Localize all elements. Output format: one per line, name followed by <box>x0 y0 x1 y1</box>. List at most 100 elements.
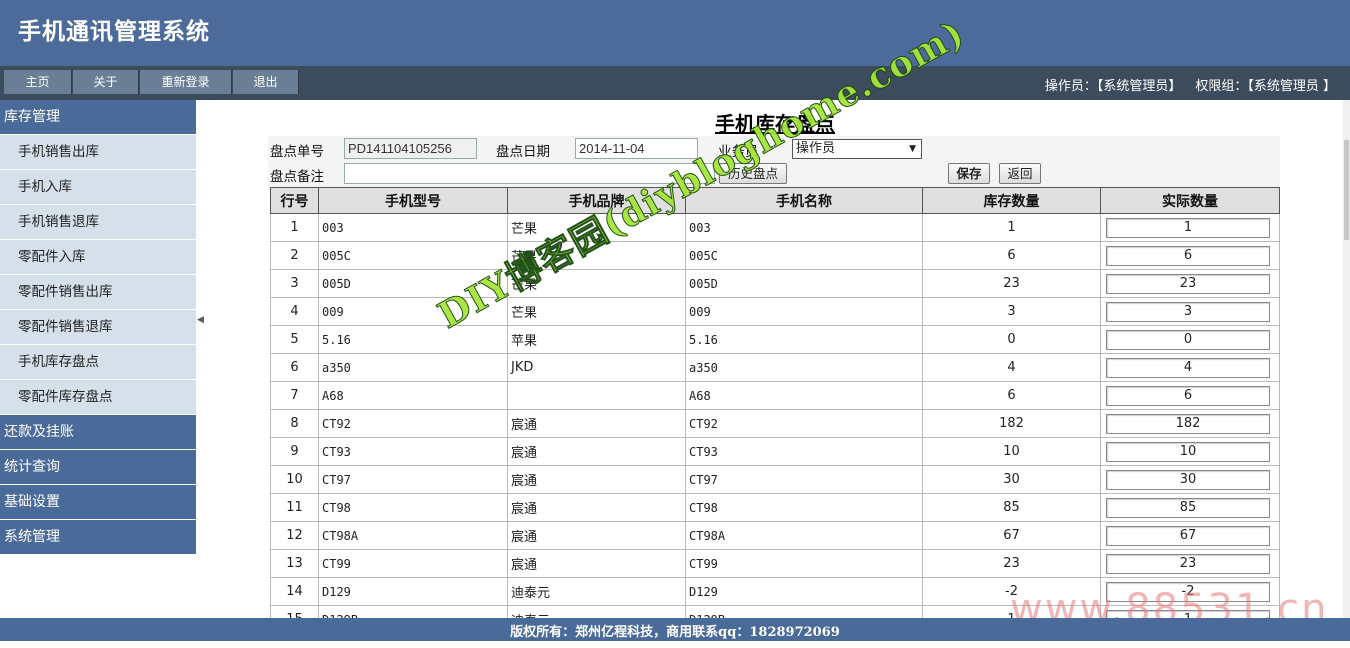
model-cell: CT93 <box>318 437 508 466</box>
name-cell: CT99 <box>685 549 923 578</box>
brand-cell: 芒果 <box>507 297 686 326</box>
brand-cell: 迪泰元 <box>507 577 686 606</box>
name-cell: CT98 <box>685 493 923 522</box>
actual-qty-input[interactable]: 1 <box>1106 217 1270 238</box>
row-no-cell: 3 <box>270 269 319 298</box>
brand-cell: 宸通 <box>507 521 686 550</box>
row-no-cell: 6 <box>270 353 319 382</box>
model-cell: CT92 <box>318 409 508 438</box>
stock-qty-cell: 30 <box>922 465 1101 494</box>
sidebar-group-repayment[interactable]: 还款及挂账 <box>0 415 196 450</box>
model-cell: CT97 <box>318 465 508 494</box>
sidebar-group-inventory[interactable]: 库存管理 <box>0 100 196 135</box>
actual-qty-input[interactable]: 3 <box>1106 301 1270 322</box>
actual-qty-input[interactable]: 4 <box>1106 357 1270 378</box>
copyright-footer: 版权所有：郑州亿程科技，商用联系qq：1828972069 <box>0 618 1350 641</box>
actual-qty-cell: 4 <box>1100 353 1280 382</box>
actual-qty-cell: 0 <box>1100 325 1280 354</box>
sidebar-item-parts-sales-out[interactable]: 零配件销售出库 <box>0 275 196 310</box>
collapse-left-icon[interactable]: ◀ <box>197 314 205 326</box>
stock-qty-cell: 10 <box>922 437 1101 466</box>
back-button[interactable]: 返回 <box>999 163 1041 184</box>
actual-qty-cell: 67 <box>1100 521 1280 550</box>
name-cell: a350 <box>685 353 923 382</box>
actual-qty-cell: 182 <box>1100 409 1280 438</box>
brand-cell: 迪泰元 <box>507 605 686 618</box>
dropdown-arrow-icon: ▼ <box>909 144 916 154</box>
sidebar-item-phone-sales-return[interactable]: 手机销售退库 <box>0 205 196 240</box>
actual-qty-cell: 6 <box>1100 241 1280 270</box>
sidebar-item-phone-sales-out[interactable]: 手机销售出库 <box>0 135 196 170</box>
stocktake-table-container[interactable]: 行号 手机型号 手机品牌 手机名称 库存数量 实际数量 1 003 芒果 003 1 1 2… <box>270 187 1280 618</box>
home-button[interactable]: 主页 <box>4 70 72 94</box>
name-cell: CT97 <box>685 465 923 494</box>
relogin-button[interactable]: 重新登录 <box>140 70 232 94</box>
sidebar-group-system-admin[interactable]: 系统管理 <box>0 520 196 555</box>
clerk-select[interactable]: 操作员 ▼ <box>792 139 922 159</box>
model-cell: CT98A <box>318 521 508 550</box>
stock-qty-cell: 6 <box>922 381 1101 410</box>
table-row: 6 a350 JKD a350 4 4 <box>270 353 1280 382</box>
table-row: 5 5.16 苹果 5.16 0 0 <box>270 325 1280 354</box>
sidebar-item-parts-stocktake[interactable]: 零配件库存盘点 <box>0 380 196 415</box>
actual-qty-input[interactable]: 67 <box>1106 525 1270 546</box>
stock-qty-cell: 4 <box>922 353 1101 382</box>
actual-qty-cell: 23 <box>1100 549 1280 578</box>
actual-qty-input[interactable]: 6 <box>1106 245 1270 266</box>
table-row: 2 005C 芒果 005C 6 6 <box>270 241 1280 270</box>
brand-cell: 宸通 <box>507 409 686 438</box>
sidebar-item-parts-stock-in[interactable]: 零配件入库 <box>0 240 196 275</box>
col-header-actual-qty: 实际数量 <box>1100 187 1280 214</box>
stock-qty-cell: 23 <box>922 549 1101 578</box>
sidebar-group-basic-settings[interactable]: 基础设置 <box>0 485 196 520</box>
sidebar-item-phone-stock-in[interactable]: 手机入库 <box>0 170 196 205</box>
col-header-row-no: 行号 <box>270 187 319 214</box>
save-button[interactable]: 保存 <box>948 163 990 184</box>
actual-qty-input[interactable]: 10 <box>1106 441 1270 462</box>
row-no-cell: 11 <box>270 493 319 522</box>
actual-qty-input[interactable]: 6 <box>1106 385 1270 406</box>
sidebar: 库存管理 手机销售出库 手机入库 手机销售退库 零配件入库 零配件销售出库 零配… <box>0 100 196 555</box>
actual-qty-cell: 10 <box>1100 437 1280 466</box>
row-no-cell: 4 <box>270 297 319 326</box>
row-no-cell: 7 <box>270 381 319 410</box>
stock-qty-cell: 67 <box>922 521 1101 550</box>
actual-qty-input[interactable]: 182 <box>1106 413 1270 434</box>
table-row: 4 009 芒果 009 3 3 <box>270 297 1280 326</box>
actual-qty-input[interactable]: 30 <box>1106 469 1270 490</box>
actual-qty-input[interactable]: 0 <box>1106 329 1270 350</box>
actual-qty-cell: 6 <box>1100 381 1280 410</box>
row-no-cell: 15 <box>270 605 319 618</box>
actual-qty-input[interactable]: 23 <box>1106 273 1270 294</box>
stock-qty-cell: 6 <box>922 241 1101 270</box>
order-no-field[interactable]: PD141104105256 <box>344 138 477 159</box>
model-cell: A68 <box>318 381 508 410</box>
table-row: 10 CT97 宸通 CT97 30 30 <box>270 465 1280 494</box>
sidebar-item-parts-sales-return[interactable]: 零配件销售退库 <box>0 310 196 345</box>
stock-qty-cell: 0 <box>922 325 1101 354</box>
name-cell: 5.16 <box>685 325 923 354</box>
table-row: 3 005D 芒果 005D 23 23 <box>270 269 1280 298</box>
name-cell: CT93 <box>685 437 923 466</box>
table-header-row: 行号 手机型号 手机品牌 手机名称 库存数量 实际数量 <box>270 187 1280 214</box>
logout-button[interactable]: 退出 <box>233 70 299 94</box>
actual-qty-input[interactable]: 85 <box>1106 497 1270 518</box>
row-no-cell: 5 <box>270 325 319 354</box>
scrollbar-thumb[interactable] <box>1344 140 1349 240</box>
role-group-label: 权限组：【系统管理员 】 <box>1195 79 1336 94</box>
actual-qty-cell: 85 <box>1100 493 1280 522</box>
brand-cell: JKD <box>507 353 686 382</box>
brand-cell: 苹果 <box>507 325 686 354</box>
name-cell: CT98A <box>685 521 923 550</box>
actual-qty-input[interactable]: 23 <box>1106 553 1270 574</box>
top-nav-bar: 主页 关于 重新登录 退出 操作员：【系统管理员】 权限组：【系统管理员 】 <box>0 66 1350 100</box>
row-no-cell: 12 <box>270 521 319 550</box>
sidebar-item-phone-stocktake[interactable]: 手机库存盘点 <box>0 345 196 380</box>
name-cell: A68 <box>685 381 923 410</box>
sidebar-group-statistics[interactable]: 统计查询 <box>0 450 196 485</box>
row-no-cell: 14 <box>270 577 319 606</box>
stocktake-table: 行号 手机型号 手机品牌 手机名称 库存数量 实际数量 1 003 芒果 003 1 1 2… <box>270 187 1280 618</box>
order-no-label: 盘点单号 <box>270 144 324 160</box>
about-button[interactable]: 关于 <box>73 70 139 94</box>
name-cell: D129B <box>685 605 923 618</box>
